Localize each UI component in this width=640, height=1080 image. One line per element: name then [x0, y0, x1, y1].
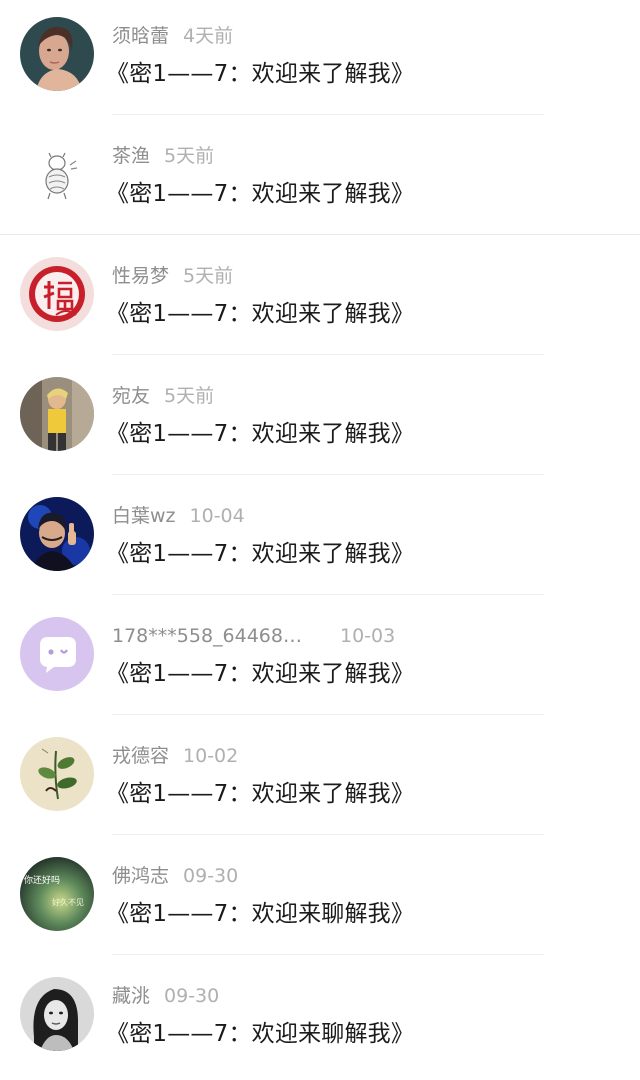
comment-time: 09-30: [164, 985, 220, 1007]
comment-meta: 性易梦 5天前: [112, 264, 233, 288]
comment-meta: 白葉wz 10-04: [112, 504, 245, 528]
user-name[interactable]: 178***558_64468…: [112, 625, 302, 647]
user-name[interactable]: 性易梦: [112, 265, 169, 287]
comment-item[interactable]: 茶渔 5天前 《密1——7：欢迎来了解我》: [0, 120, 640, 240]
plant-illustration-avatar[interactable]: [20, 737, 94, 811]
comment-meta: 戎德容 10-02: [112, 744, 238, 768]
woman-portrait-avatar[interactable]: [20, 17, 94, 91]
comment-time: 5天前: [164, 385, 215, 407]
user-name[interactable]: 藏洮: [112, 985, 150, 1007]
chat-bubble-avatar[interactable]: [20, 617, 94, 691]
user-name[interactable]: 白葉wz: [112, 505, 176, 527]
divider: [112, 714, 544, 715]
comment-text: 《密1——7：欢迎来聊解我》: [106, 1021, 415, 1047]
comment-time: 10-02: [183, 745, 239, 767]
comment-meta: 茶渔 5天前: [112, 144, 214, 168]
comment-item[interactable]: 178***558_64468… 10-03 《密1——7：欢迎来了解我》: [0, 600, 640, 720]
bw-portrait-avatar[interactable]: [20, 977, 94, 1051]
user-name[interactable]: 宛友: [112, 385, 150, 407]
divider: [112, 594, 544, 595]
street-photo-avatar[interactable]: [20, 377, 94, 451]
comment-time: 4天前: [183, 25, 234, 47]
user-name[interactable]: 戎德容: [112, 745, 169, 767]
gamer-thumbs-up-avatar[interactable]: [20, 497, 94, 571]
comment-time: 5天前: [164, 145, 215, 167]
divider: [112, 834, 544, 835]
avatar-caption: 你还好吗: [24, 874, 60, 886]
comment-item[interactable]: 藏洮 09-30 《密1——7：欢迎来聊解我》: [0, 960, 640, 1080]
comment-meta: 宛友 5天前: [112, 384, 214, 408]
comment-text: 《密1——7：欢迎来了解我》: [106, 781, 415, 807]
divider: [0, 234, 640, 235]
cartoon-sketch-avatar[interactable]: [20, 137, 94, 211]
comment-meta: 藏洮 09-30: [112, 984, 219, 1008]
user-name[interactable]: 茶渔: [112, 145, 150, 167]
comment-item[interactable]: 你还好吗 好久不见 佛鸿志 09-30 《密1——7：欢迎来聊解我》: [0, 840, 640, 960]
divider: [112, 354, 544, 355]
fu-character-avatar[interactable]: [20, 257, 94, 331]
divider: [112, 114, 544, 115]
user-name[interactable]: 须晗蕾: [112, 25, 169, 47]
comment-item[interactable]: 戎德容 10-02 《密1——7：欢迎来了解我》: [0, 720, 640, 840]
comment-item[interactable]: 宛友 5天前 《密1——7：欢迎来了解我》: [0, 360, 640, 480]
comment-time: 5天前: [183, 265, 234, 287]
comment-text: 《密1——7：欢迎来聊解我》: [106, 901, 415, 927]
comment-item[interactable]: 须晗蕾 4天前 《密1——7：欢迎来了解我》: [0, 0, 640, 120]
divider: [112, 954, 544, 955]
comment-text: 《密1——7：欢迎来了解我》: [106, 541, 415, 567]
comment-text: 《密1——7：欢迎来了解我》: [106, 661, 415, 687]
divider: [112, 474, 544, 475]
comment-text: 《密1——7：欢迎来了解我》: [106, 61, 415, 87]
comment-meta: 佛鸿志 09-30: [112, 864, 238, 888]
text-greeting-avatar[interactable]: 你还好吗 好久不见: [20, 857, 94, 931]
comment-time: 10-03: [339, 625, 396, 647]
comment-meta: 须晗蕾 4天前: [112, 24, 233, 48]
comment-item[interactable]: 白葉wz 10-04 《密1——7：欢迎来了解我》: [0, 480, 640, 600]
user-name[interactable]: 佛鸿志: [112, 865, 169, 887]
comment-text: 《密1——7：欢迎来了解我》: [106, 181, 415, 207]
comment-item[interactable]: 性易梦 5天前 《密1——7：欢迎来了解我》: [0, 240, 640, 360]
comment-time: 10-04: [189, 505, 245, 527]
comment-text: 《密1——7：欢迎来了解我》: [106, 301, 415, 327]
avatar-caption: 好久不见: [52, 897, 84, 907]
comment-time: 09-30: [183, 865, 239, 887]
comment-meta: 178***558_64468… 10-03: [112, 624, 395, 648]
comment-list: 须晗蕾 4天前 《密1——7：欢迎来了解我》 茶渔 5天前 《密1——7：欢迎来了解…: [0, 0, 640, 1080]
comment-text: 《密1——7：欢迎来了解我》: [106, 421, 415, 447]
